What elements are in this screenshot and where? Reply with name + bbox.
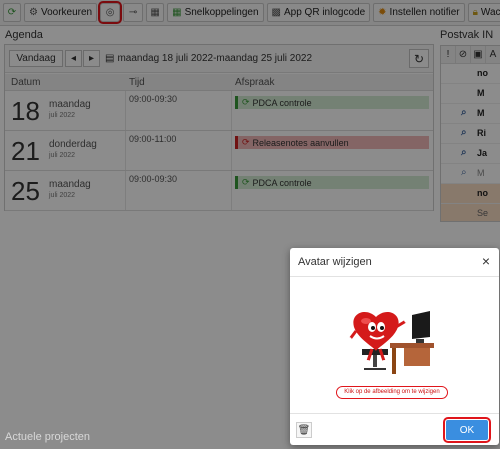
projects-title: Actuele projecten (5, 431, 90, 443)
monitor (412, 311, 430, 339)
ok-button[interactable]: OK (443, 417, 491, 443)
desk-drawer (404, 348, 430, 366)
modal-footer: 🗑︎ OK (290, 413, 499, 446)
chair-seat (362, 349, 388, 355)
desk-leg (392, 348, 396, 374)
avatar-modal: Avatar wijzigen × Klik op de afbeelding … (290, 248, 499, 445)
avatar-change-hint[interactable]: Klik op de afbeelding om te wijzigen (336, 386, 448, 399)
monitor-stand (416, 339, 424, 343)
close-button[interactable]: × (482, 254, 490, 268)
trash-icon: 🗑︎ (297, 424, 311, 436)
desk-top (390, 343, 434, 348)
modal-title: Avatar wijzigen (298, 256, 372, 268)
modal-header: Avatar wijzigen × (290, 248, 499, 277)
avatar-image[interactable] (342, 303, 442, 377)
delete-avatar-button[interactable]: 🗑︎ (296, 422, 312, 438)
